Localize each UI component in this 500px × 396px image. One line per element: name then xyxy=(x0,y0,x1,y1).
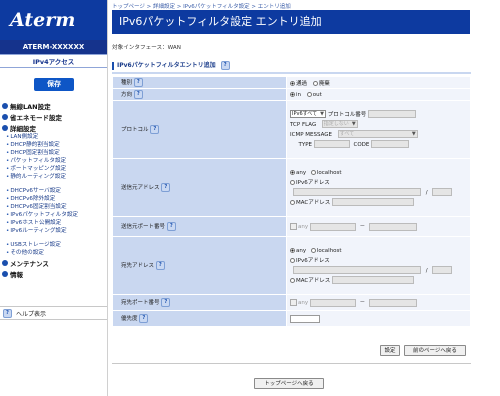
menu-item-dhcpv6-fixed[interactable]: DHCPv6固定割当設定 xyxy=(0,203,107,211)
top-page-button[interactable]: トップページへ戻る xyxy=(254,378,324,389)
chevron-down-icon: ▼ xyxy=(411,131,416,137)
section-bar xyxy=(112,61,114,70)
device-name: ATERM-XXXXXX xyxy=(0,40,107,54)
back-button[interactable]: 前のページへ戻る xyxy=(404,345,466,356)
main-content: トップページ > 詳細設定 > IPv6パケットフィルタ設定 > エントリ追加 … xyxy=(112,0,496,396)
help-icon[interactable]: ? xyxy=(133,90,143,99)
src-port-to-input[interactable] xyxy=(368,222,417,231)
icmp-type-input[interactable] xyxy=(313,140,350,148)
menu-advanced[interactable]: 詳細設定 xyxy=(0,122,107,133)
dst-localhost-radio[interactable] xyxy=(310,247,316,253)
bullet-icon xyxy=(2,270,8,277)
help-label: ヘルプ表示 xyxy=(16,310,47,318)
dst-port-to-input[interactable] xyxy=(368,298,417,307)
direction-out-radio[interactable] xyxy=(306,91,312,97)
help-icon[interactable]: ? xyxy=(220,61,230,70)
sidebar: Aterm ATERM-XXXXXX IPv4アクセス 保存 無線LAN設定 省… xyxy=(0,0,107,396)
menu-item-static-routing[interactable]: 静的ルーティング設定 xyxy=(0,173,107,181)
dst-any-radio[interactable] xyxy=(290,247,295,253)
row-kind: 種別 ? 通過 廃棄 xyxy=(112,76,471,89)
kind-pass-radio[interactable] xyxy=(290,80,295,86)
help-icon[interactable]: ? xyxy=(133,78,143,87)
src-port-from-input[interactable] xyxy=(309,222,356,231)
src-prefix-input[interactable] xyxy=(432,188,453,196)
breadcrumb[interactable]: トップページ > 詳細設定 > IPv6パケットフィルタ設定 > エントリ追加 xyxy=(112,2,496,10)
menu-wireless-lan[interactable]: 無線LAN設定 xyxy=(0,100,107,111)
dst-port-from-input[interactable] xyxy=(309,298,356,307)
menu-item-ipv6-packet-filter[interactable]: IPv6パケットフィルタ設定 xyxy=(0,211,107,219)
row-destination-port: 宛先ポート番号 ? any － xyxy=(112,294,471,311)
aterm-logo: Aterm xyxy=(0,0,107,40)
bottom-divider xyxy=(112,363,471,364)
help-icon[interactable]: ? xyxy=(166,222,176,231)
dst-prefix-input[interactable] xyxy=(432,266,453,274)
dst-ipv6-radio[interactable] xyxy=(290,257,295,263)
bullet-icon xyxy=(2,113,8,120)
src-mac-input[interactable] xyxy=(332,198,415,206)
help-icon: ? xyxy=(3,308,12,318)
bullet-icon xyxy=(2,102,8,109)
help-icon[interactable]: ? xyxy=(155,261,165,270)
help-icon[interactable]: ? xyxy=(161,298,171,307)
row-direction: 方向 ? in out xyxy=(112,88,471,101)
src-ipv6-radio[interactable] xyxy=(290,179,295,185)
chevron-down-icon: ▼ xyxy=(351,121,356,127)
icmp-message-select[interactable]: すべて ▼ xyxy=(337,130,418,138)
set-button[interactable]: 設定 xyxy=(380,345,400,356)
row-source-address: 送信元アドレス ? any localhost IPv6アドレス / MACアド… xyxy=(112,158,471,217)
dst-mac-input[interactable] xyxy=(332,276,415,284)
divider xyxy=(107,0,108,396)
priority-input[interactable] xyxy=(290,314,320,323)
protocol-select[interactable]: IPv6すべて ▼ xyxy=(290,110,326,118)
menu-item-packet-filter[interactable]: パケットフィルタ設定 xyxy=(0,157,107,165)
protocol-number-input[interactable] xyxy=(368,110,417,118)
direction-in-radio[interactable] xyxy=(290,91,295,97)
row-source-port: 送信元ポート番号 ? any － xyxy=(112,216,471,237)
access-mode-label: IPv4アクセス xyxy=(0,54,107,68)
menu-item-dhcp-static[interactable]: DHCP静的割当設定 xyxy=(0,141,107,149)
sidebar-menu: 無線LAN設定 省エネモード設定 詳細設定 LAN側設定 DHCP静的割当設定 … xyxy=(0,100,107,279)
src-port-any-checkbox[interactable] xyxy=(290,223,297,231)
help-icon[interactable]: ? xyxy=(139,314,149,323)
help-icon[interactable]: ? xyxy=(150,125,160,134)
src-localhost-radio[interactable] xyxy=(310,169,316,175)
menu-item-dhcp-fixed[interactable]: DHCP固定割当設定 xyxy=(0,149,107,157)
menu-item-usb-storage[interactable]: USBストレージ設定 xyxy=(0,241,107,249)
chevron-down-icon: ▼ xyxy=(320,111,324,117)
tcp-flag-select[interactable]: 指定しない ▼ xyxy=(321,120,358,128)
section-header: IPv6パケットフィルタエントリ追加 ? xyxy=(112,60,471,74)
row-destination-address: 宛先アドレス ? any localhost IPv6アドレス / MACアドレ… xyxy=(112,236,471,295)
help-icon[interactable]: ? xyxy=(161,183,171,192)
menu-info[interactable]: 情報 xyxy=(0,268,107,279)
menu-item-ipv6-routing[interactable]: IPv6ルーティング設定 xyxy=(0,227,107,235)
dst-mac-radio[interactable] xyxy=(290,277,295,283)
src-any-radio[interactable] xyxy=(290,169,295,175)
bullet-icon xyxy=(2,259,8,266)
menu-item-ipv6-host[interactable]: IPv6ホスト公開設定 xyxy=(0,219,107,227)
menu-item-dhcpv6-server[interactable]: DHCPv6サーバ設定 xyxy=(0,187,107,195)
icmp-code-input[interactable] xyxy=(371,140,410,148)
src-ipv6-input[interactable] xyxy=(293,188,421,196)
row-protocol: プロトコル ? IPv6すべて ▼ プロトコル番号 TCP FLAG 指定しない ▼… xyxy=(112,100,471,159)
menu-item-lan[interactable]: LAN側設定 xyxy=(0,133,107,141)
save-button[interactable]: 保存 xyxy=(34,78,74,91)
page-title: IPv6パケットフィルタ設定 エントリ追加 xyxy=(112,10,470,34)
menu-item-port-mapping[interactable]: ポートマッピング設定 xyxy=(0,165,107,173)
help-toggle[interactable]: ? ヘルプ表示 xyxy=(0,306,107,320)
menu-item-other[interactable]: その他の設定 xyxy=(0,249,107,257)
interface-label: 対象インタフェース：WAN xyxy=(112,45,181,51)
menu-item-dhcpv6-exclude[interactable]: DHCPv6除外設定 xyxy=(0,195,107,203)
src-mac-radio[interactable] xyxy=(290,199,295,205)
dst-port-any-checkbox[interactable] xyxy=(290,299,297,307)
menu-maintenance[interactable]: メンテナンス xyxy=(0,257,107,268)
menu-eco-mode[interactable]: 省エネモード設定 xyxy=(0,111,107,122)
bullet-icon xyxy=(2,124,8,131)
kind-drop-radio[interactable] xyxy=(312,80,318,86)
row-priority: 優先度 ? xyxy=(112,310,471,327)
dst-ipv6-input[interactable] xyxy=(293,266,421,274)
filter-entry-form: 種別 ? 通過 廃棄 方向 ? in out プロトコル ? IPv6すべて ▼ … xyxy=(112,76,471,327)
